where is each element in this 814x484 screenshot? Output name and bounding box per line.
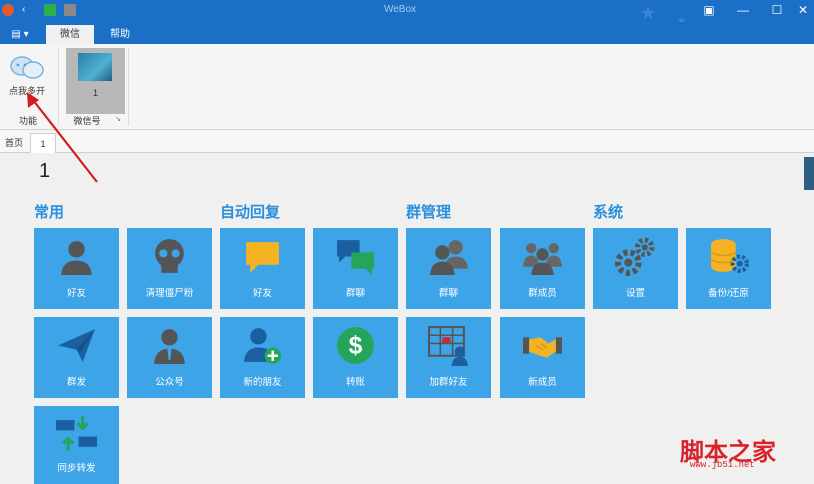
tile-backup[interactable]: 备份/还原 [686,228,771,309]
page-title: 1 [39,160,51,182]
tab-help[interactable]: 帮助 [100,25,140,44]
window-title: WeBox [383,4,417,15]
database-icon [710,239,749,273]
people-icon [430,240,468,275]
tile-new-friends[interactable]: 新的朋友 [220,317,305,398]
wechat-account-thumbnail[interactable]: 1 [66,48,125,114]
ribbon-menu-icon[interactable]: ▤ ▾ [4,25,36,44]
tile-group-send[interactable]: 群发 [34,317,119,398]
account-avatar [78,53,112,81]
businessman-icon [154,329,185,364]
section-title-common: 常用 [34,204,65,221]
app-icon [2,4,14,16]
tile-auto-group-chat[interactable]: 群聊 [313,228,398,309]
watermark-url: www.jb51.net [690,460,755,470]
close-button[interactable]: ✕ [786,0,814,22]
group-divider [128,48,129,126]
side-panel-handle[interactable] [804,157,814,190]
chat-bubbles-icon [10,56,44,79]
tab-account-1[interactable]: 1 [30,133,56,153]
tile-label: 群聊 [345,288,365,299]
tile-friends[interactable]: 好友 [34,228,119,309]
tile-label: 群成员 [528,288,557,299]
svg-text:$: $ [349,333,363,360]
tile-group-chat[interactable]: 群聊 [406,228,491,309]
section-title-group-manage: 群管理 [406,204,452,221]
star-decoration-icon: ★ [676,14,687,22]
gears-icon [615,237,655,276]
sync-arrows-icon [56,416,97,451]
group-divider [58,48,59,126]
tile-sync-forward[interactable]: 同步转发 [34,406,119,484]
tab-wechat[interactable]: 微信 [46,25,94,44]
section-title-auto-reply: 自动回复 [220,204,281,221]
tile-new-members[interactable]: 新成员 [500,317,585,398]
dollar-icon: $ [337,327,374,364]
group-label-account: 微信号 [73,116,101,126]
group-label-function: 功能 [18,116,37,126]
title-bar: ‹ WeBox ★ ★ ★ ▣ — ☐ ✕ [0,0,814,22]
ribbon-tab-bar: ▤ ▾ 微信 帮助 [0,22,814,44]
tile-auto-friends[interactable]: 好友 [220,228,305,309]
paper-plane-icon [58,329,95,362]
section-title-system: 系统 [593,204,624,221]
minimize-button[interactable]: — [726,0,760,22]
tile-label: 转账 [345,377,365,388]
pin-icon[interactable]: ▣ [692,0,726,22]
page-tab-strip: 首页 1 [0,131,814,153]
person-icon [61,241,92,275]
tile-clean-zombie[interactable]: 清理僵尸粉 [127,228,212,309]
tile-label: 清理僵尸粉 [145,288,194,299]
window-icon[interactable] [64,4,76,16]
tile-label: 公众号 [155,377,184,388]
dialog-launcher-icon[interactable]: ↘ [114,115,122,123]
handshake-icon [523,337,562,358]
tile-label: 群发 [66,377,86,388]
skull-icon [155,239,184,273]
tile-settings[interactable]: 设置 [593,228,678,309]
tile-label: 好友 [252,288,272,299]
multi-open-button[interactable]: 点我多开 [4,52,50,102]
tab-home[interactable]: 首页 [0,133,28,153]
tile-label: 备份/还原 [708,288,749,299]
account-number: 1 [92,88,98,98]
tile-label: 新成员 [528,377,557,388]
multi-open-label: 点我多开 [8,86,45,96]
members-icon [523,243,562,275]
tile-label: 同步转发 [57,463,96,474]
tile-label: 好友 [66,288,86,299]
tile-label: 新的朋友 [243,377,282,388]
tile-label: 群聊 [438,288,458,299]
tile-transfer[interactable]: $ 转账 [313,317,398,398]
ribbon-panel: 点我多开 功能 1 微信号 ↘ [0,44,814,130]
tile-label: 加群好友 [429,377,468,388]
tile-label: 设置 [625,288,645,299]
tile-official-account[interactable]: 公众号 [127,317,212,398]
wechat-icon[interactable] [44,4,56,16]
grid-user-icon [428,326,468,366]
add-user-icon [244,328,281,364]
group-chat-icon [337,240,374,275]
back-icon[interactable]: ‹ [22,4,34,16]
message-bubble-icon [246,242,279,273]
tile-group-members[interactable]: 群成员 [500,228,585,309]
star-decoration-icon: ★ [640,3,657,22]
tile-add-group-friends[interactable]: 加群好友 [406,317,491,398]
